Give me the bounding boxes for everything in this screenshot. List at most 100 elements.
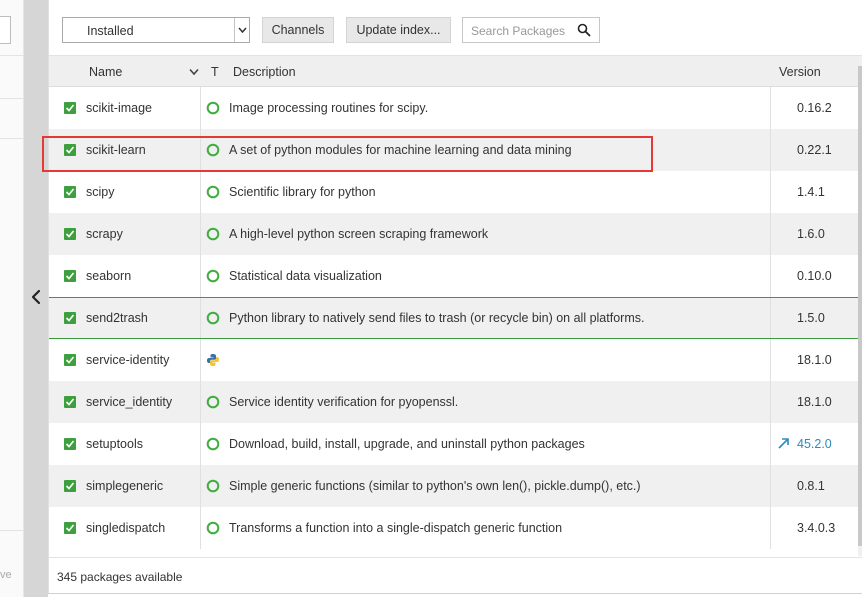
update-arrow-icon[interactable] — [777, 437, 790, 450]
package-version-cell[interactable]: 18.1.0 — [771, 339, 858, 381]
installed-checkbox[interactable] — [64, 480, 76, 492]
package-description: Simple generic functions (similar to pyt… — [229, 479, 641, 493]
package-name-cell[interactable]: scikit-image — [49, 87, 201, 129]
package-name-cell[interactable]: scipy — [49, 171, 201, 213]
table-row[interactable]: scipy Scientific library for python 1.4.1 — [49, 171, 858, 213]
installed-ring-icon — [206, 101, 220, 115]
package-name: scipy — [86, 185, 115, 199]
chevron-down-icon[interactable] — [234, 18, 249, 42]
installed-checkbox[interactable] — [64, 270, 76, 282]
installed-checkbox[interactable] — [64, 312, 76, 324]
installed-ring-icon — [206, 143, 220, 157]
column-header-type[interactable]: T — [211, 65, 219, 79]
table-row[interactable]: singledispatch Transforms a function into… — [49, 507, 858, 549]
package-name-cell[interactable]: scikit-learn — [49, 129, 201, 171]
package-description-cell[interactable]: Transforms a function into a single-disp… — [201, 507, 771, 549]
channels-button[interactable]: Channels — [262, 17, 334, 43]
package-version: 0.10.0 — [797, 269, 832, 283]
package-description: Python library to natively send files to… — [229, 311, 645, 325]
package-name-cell[interactable]: singledispatch — [49, 507, 201, 549]
python-icon — [206, 353, 220, 367]
package-description-cell[interactable] — [201, 339, 771, 381]
installed-checkbox[interactable] — [64, 354, 76, 366]
column-header-version[interactable]: Version — [779, 65, 821, 79]
chevron-left-icon[interactable] — [30, 287, 42, 307]
package-description: Scientific library for python — [229, 185, 376, 199]
package-description-cell[interactable]: Download, build, install, upgrade, and u… — [201, 423, 771, 465]
column-header-description[interactable]: Description — [233, 65, 296, 79]
package-version-cell[interactable]: 0.22.1 — [771, 129, 858, 171]
package-version-cell[interactable]: 45.2.0 — [771, 423, 858, 465]
package-description-cell[interactable]: Python library to natively send files to… — [201, 298, 771, 338]
table-row[interactable]: send2trash Python library to natively sen… — [49, 297, 858, 339]
package-version-cell[interactable]: 18.1.0 — [771, 381, 858, 423]
package-name: scikit-image — [86, 101, 152, 115]
installed-checkbox[interactable] — [64, 144, 76, 156]
installed-ring-icon — [206, 227, 220, 241]
package-version-cell[interactable]: 0.16.2 — [771, 87, 858, 129]
table-row[interactable]: service_identity Service identity verific… — [49, 381, 858, 423]
package-description-cell[interactable]: Image processing routines for scipy. — [201, 87, 771, 129]
installed-checkbox[interactable] — [64, 522, 76, 534]
search-input[interactable] — [471, 23, 571, 39]
package-description: A high-level python screen scraping fram… — [229, 227, 489, 241]
package-name-cell[interactable]: setuptools — [49, 423, 201, 465]
package-description-cell[interactable]: Service identity verification for pyopen… — [201, 381, 771, 423]
left-panel: ve — [0, 0, 24, 597]
vertical-scrollbar[interactable] — [858, 56, 862, 556]
package-version-cell[interactable]: 3.4.0.3 — [771, 507, 858, 549]
search-icon[interactable] — [577, 23, 591, 37]
left-panel-divider — [0, 98, 24, 99]
installed-ring-icon — [206, 185, 220, 199]
package-name-cell[interactable]: service-identity — [49, 339, 201, 381]
left-panel-divider — [0, 55, 24, 56]
table-row[interactable]: scrapy A high-level python screen scrapin… — [49, 213, 858, 255]
package-name-cell[interactable]: service_identity — [49, 381, 201, 423]
left-panel-divider — [0, 530, 24, 531]
package-name-cell[interactable]: send2trash — [49, 298, 201, 338]
update-index-button[interactable]: Update index... — [346, 17, 451, 43]
left-panel-input[interactable] — [0, 16, 11, 44]
package-version: 18.1.0 — [797, 353, 832, 367]
installed-checkbox[interactable] — [64, 438, 76, 450]
package-name-cell[interactable]: seaborn — [49, 255, 201, 297]
table-row[interactable]: scikit-image Image processing routines fo… — [49, 87, 858, 129]
column-header-name[interactable]: Name — [89, 65, 122, 79]
installed-checkbox[interactable] — [64, 228, 76, 240]
package-description-cell[interactable]: Statistical data visualization — [201, 255, 771, 297]
package-version-cell[interactable]: 1.5.0 — [771, 298, 858, 338]
sort-chevron-icon[interactable] — [189, 68, 199, 76]
table-row[interactable]: simplegeneric Simple generic functions (s… — [49, 465, 858, 507]
search-box[interactable] — [462, 17, 600, 43]
collapse-strip[interactable] — [24, 0, 48, 597]
scrollbar-thumb[interactable] — [858, 66, 862, 546]
package-name: scrapy — [86, 227, 123, 241]
package-version: 45.2.0 — [797, 437, 832, 451]
package-version-cell[interactable]: 1.6.0 — [771, 213, 858, 255]
installed-ring-icon — [206, 395, 220, 409]
package-version-cell[interactable]: 0.10.0 — [771, 255, 858, 297]
package-name: setuptools — [86, 437, 143, 451]
package-description-cell[interactable]: Scientific library for python — [201, 171, 771, 213]
table-row[interactable]: setuptools Download, build, install, upgr… — [49, 423, 858, 465]
package-name: service-identity — [86, 353, 170, 367]
package-name-cell[interactable]: scrapy — [49, 213, 201, 255]
installed-checkbox[interactable] — [64, 396, 76, 408]
package-version-cell[interactable]: 0.8.1 — [771, 465, 858, 507]
table-row[interactable]: service-identity 18.1.0 — [49, 339, 858, 381]
packages-panel: Installed Channels Update index... Name … — [48, 0, 862, 597]
package-description-cell[interactable]: A high-level python screen scraping fram… — [201, 213, 771, 255]
table-row[interactable]: seaborn Statistical data visualization 0.1… — [49, 255, 858, 297]
package-filter-select[interactable]: Installed — [62, 17, 250, 43]
package-description-cell[interactable]: A set of python modules for machine lear… — [201, 129, 771, 171]
package-version: 18.1.0 — [797, 395, 832, 409]
bottom-border — [48, 593, 862, 597]
package-name-cell[interactable]: simplegeneric — [49, 465, 201, 507]
left-panel-clipped-text: ve — [0, 569, 12, 581]
package-version: 1.6.0 — [797, 227, 825, 241]
installed-checkbox[interactable] — [64, 102, 76, 114]
table-row[interactable]: scikit-learn A set of python modules for … — [49, 129, 858, 171]
installed-checkbox[interactable] — [64, 186, 76, 198]
package-description-cell[interactable]: Simple generic functions (similar to pyt… — [201, 465, 771, 507]
package-version-cell[interactable]: 1.4.1 — [771, 171, 858, 213]
